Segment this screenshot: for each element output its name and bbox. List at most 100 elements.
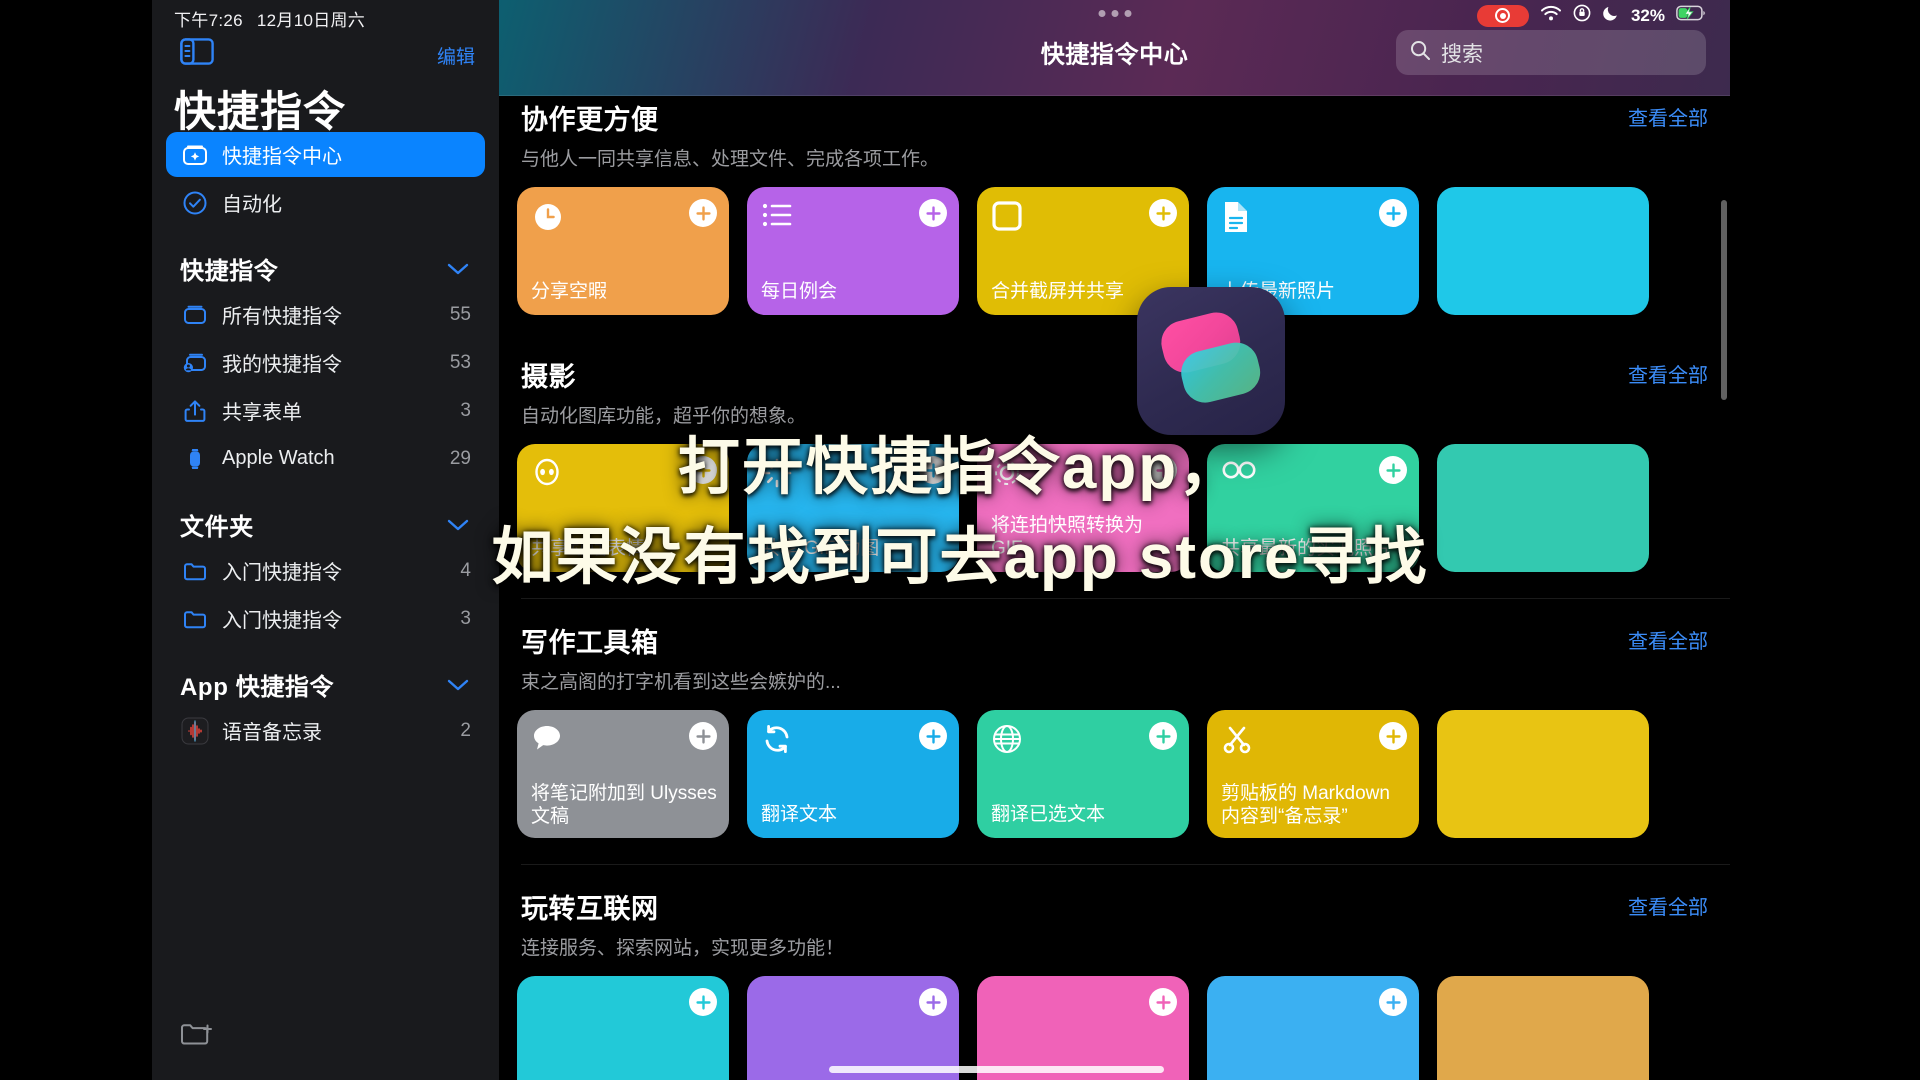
- shortcut-card[interactable]: [517, 976, 729, 1080]
- card-label: 共享动话表情: [531, 538, 646, 560]
- sidebar-item-folder-2[interactable]: 入门快捷指令 3: [166, 596, 485, 641]
- chevron-down-icon[interactable]: [447, 262, 469, 276]
- card-row[interactable]: 共享动话表情 共享 GIF 动图 将连拍快照转换为 GIF 共享最新的实况照片: [499, 428, 1730, 572]
- new-folder-icon[interactable]: [180, 1020, 216, 1050]
- see-all-button[interactable]: 查看全部: [1628, 355, 1708, 388]
- sidebar-group-header-folders[interactable]: 文件夹: [180, 507, 469, 542]
- group-title: 快捷指令: [180, 258, 279, 285]
- add-shortcut-button[interactable]: [1149, 722, 1177, 750]
- sidebar-item-count: 29: [449, 447, 471, 469]
- navigation-bar: 32% 快捷指令中心 搜索: [499, 0, 1730, 96]
- sidebar-item-all-shortcuts[interactable]: 所有快捷指令 55: [166, 292, 485, 337]
- sidebar-item-gallery[interactable]: 快捷指令中心: [166, 132, 485, 177]
- sidebar-item-voice-memos[interactable]: 语音备忘录 2: [166, 708, 485, 753]
- add-shortcut-button[interactable]: [919, 199, 947, 227]
- shortcut-card[interactable]: [1207, 976, 1419, 1080]
- add-shortcut-button[interactable]: [1379, 456, 1407, 484]
- sidebar-edit-button[interactable]: 编辑: [437, 42, 475, 69]
- status-date: 12月10日周六: [256, 11, 366, 30]
- scissors-icon: [1221, 726, 1253, 759]
- group-title: 文件夹: [180, 514, 254, 541]
- add-shortcut-button[interactable]: [1379, 199, 1407, 227]
- wifi-icon: [1540, 5, 1562, 27]
- section-header: 协作更方便 与他人一同共享信息、处理文件、完成各项工作。 查看全部: [499, 98, 1730, 171]
- bullet-list-icon: [761, 203, 795, 234]
- section-title: 写作工具箱: [521, 628, 659, 658]
- shortcut-card[interactable]: [977, 976, 1189, 1080]
- shortcut-card[interactable]: 将连拍快照转换为 GIF: [977, 444, 1189, 572]
- search-input[interactable]: 搜索: [1396, 30, 1706, 75]
- add-shortcut-button[interactable]: [919, 988, 947, 1016]
- see-all-button[interactable]: 查看全部: [1628, 98, 1708, 131]
- chevron-down-icon[interactable]: [447, 518, 469, 532]
- sidebar-toolbar: 编辑: [152, 32, 499, 78]
- add-shortcut-button[interactable]: [919, 456, 947, 484]
- window-grabber-handle[interactable]: [1098, 10, 1131, 17]
- sidebar-item-share-sheet[interactable]: 共享表单 3: [166, 388, 485, 433]
- add-shortcut-button[interactable]: [689, 199, 717, 227]
- shortcut-card[interactable]: 共享动话表情: [517, 444, 729, 572]
- add-shortcut-button[interactable]: [689, 988, 717, 1016]
- add-shortcut-button[interactable]: [689, 456, 717, 484]
- search-placeholder: 搜索: [1441, 42, 1483, 66]
- add-shortcut-button[interactable]: [1149, 456, 1177, 484]
- shortcut-card[interactable]: 翻译已选文本: [977, 710, 1189, 838]
- sidebar-item-label: 共享表单: [222, 402, 302, 424]
- sidebar-group-header-shortcuts[interactable]: 快捷指令: [180, 251, 469, 286]
- folder-icon: [180, 604, 210, 634]
- search-icon: [1410, 40, 1431, 66]
- vertical-scrollbar[interactable]: [1721, 200, 1727, 400]
- sidebar-item-label: 所有快捷指令: [222, 306, 342, 328]
- chevron-down-icon[interactable]: [447, 678, 469, 692]
- horizontal-scrollbar[interactable]: [829, 1066, 1164, 1073]
- section-subtitle: 与他人一同共享信息、处理文件、完成各项工作。: [521, 149, 940, 170]
- sidebar-item-label: 入门快捷指令: [222, 562, 342, 584]
- section-divider: [521, 864, 1730, 865]
- shortcuts-app-icon[interactable]: [1137, 287, 1285, 435]
- device-viewport: 下午7:26 12月10日周六 编辑 快捷指令 快捷指令中心 自动化 快捷指令 …: [152, 0, 1730, 1080]
- shortcut-card[interactable]: [1437, 187, 1649, 315]
- shortcut-card[interactable]: 翻译文本: [747, 710, 959, 838]
- apple-watch-icon: [180, 444, 210, 474]
- letterbox-left: [0, 0, 152, 1080]
- shortcut-card[interactable]: 共享 GIF 动图: [747, 444, 959, 572]
- shortcut-card[interactable]: 共享最新的实况照片: [1207, 444, 1419, 572]
- add-shortcut-button[interactable]: [1149, 199, 1177, 227]
- sidebar-toggle-icon[interactable]: [180, 38, 214, 65]
- shortcut-card[interactable]: [1437, 444, 1649, 572]
- card-row[interactable]: 将笔记附加到 Ulysses 文稿 翻译文本 翻译已选文本 剪贴板的 Markd…: [499, 694, 1730, 838]
- memoji-icon: [531, 458, 563, 493]
- sidebar-item-folder-1[interactable]: 入门快捷指令 4: [166, 548, 485, 593]
- shortcut-card[interactable]: [1437, 710, 1649, 838]
- shortcut-card[interactable]: 将笔记附加到 Ulysses 文稿: [517, 710, 729, 838]
- clock-icon: [531, 204, 565, 238]
- speech-bubble-icon: [531, 726, 563, 757]
- content-scroll-area[interactable]: 协作更方便 与他人一同共享信息、处理文件、完成各项工作。 查看全部 分享空暇 每…: [499, 96, 1730, 1080]
- card-row[interactable]: [499, 960, 1730, 1080]
- card-row[interactable]: 分享空暇 每日例会 合并截屏并共享 上传最新照片: [499, 171, 1730, 315]
- see-all-button[interactable]: 查看全部: [1628, 887, 1708, 920]
- shortcut-card[interactable]: 分享空暇: [517, 187, 729, 315]
- sidebar-group-header-app-shortcuts[interactable]: App 快捷指令: [180, 667, 469, 702]
- add-shortcut-button[interactable]: [689, 722, 717, 750]
- sidebar-item-apple-watch[interactable]: Apple Watch 29: [166, 436, 485, 481]
- add-shortcut-button[interactable]: [919, 722, 947, 750]
- add-shortcut-button[interactable]: [1379, 988, 1407, 1016]
- shortcut-card[interactable]: 剪贴板的 Markdown 内容到“备忘录”: [1207, 710, 1419, 838]
- sidebar-list: 快捷指令中心 自动化 快捷指令 所有快捷指令 55 我的快捷指令 53 共享表单…: [152, 132, 499, 756]
- shortcut-card[interactable]: 每日例会: [747, 187, 959, 315]
- section-collaboration: 协作更方便 与他人一同共享信息、处理文件、完成各项工作。 查看全部 分享空暇 每…: [499, 96, 1730, 315]
- add-shortcut-button[interactable]: [1379, 722, 1407, 750]
- card-label: 翻译文本: [761, 804, 838, 826]
- see-all-button[interactable]: 查看全部: [1628, 621, 1708, 654]
- shortcut-card[interactable]: [747, 976, 959, 1080]
- section-title: 协作更方便: [521, 105, 659, 135]
- add-shortcut-button[interactable]: [1149, 988, 1177, 1016]
- sidebar-item-my-shortcuts[interactable]: 我的快捷指令 53: [166, 340, 485, 385]
- card-label: 分享空暇: [531, 281, 608, 303]
- section-divider: [521, 598, 1730, 599]
- section-header: 摄影 自动化图库功能，超乎你的想象。 查看全部: [499, 355, 1730, 428]
- sidebar-item-count: 3: [460, 399, 471, 421]
- shortcut-card[interactable]: [1437, 976, 1649, 1080]
- sidebar-item-automation[interactable]: 自动化: [166, 180, 485, 225]
